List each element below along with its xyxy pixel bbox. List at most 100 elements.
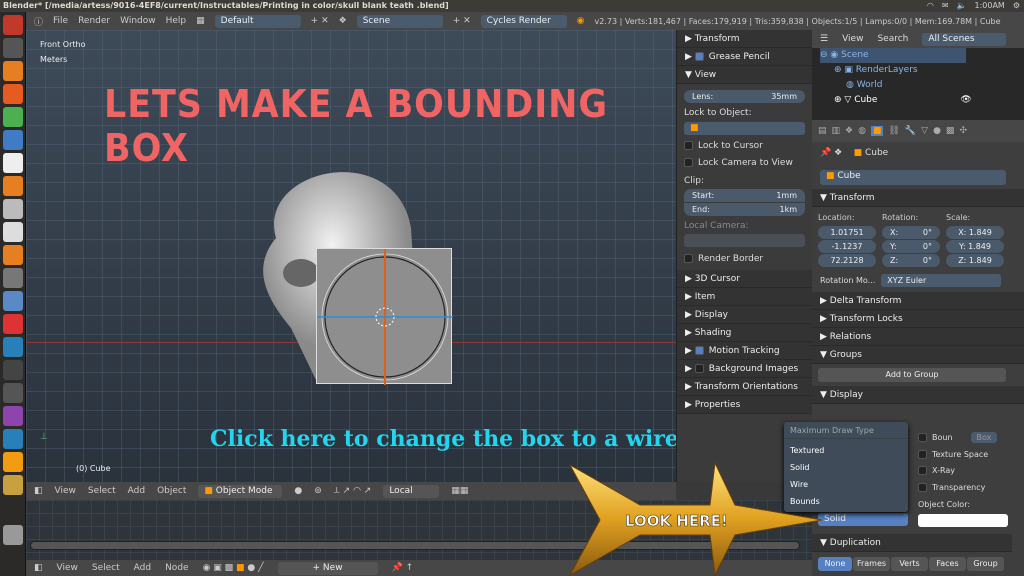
chrome-icon[interactable] xyxy=(2,153,23,173)
layout-select[interactable]: Default xyxy=(214,14,301,28)
lens-field[interactable]: Lens: 35mm xyxy=(684,90,805,103)
menu-file[interactable]: File xyxy=(53,16,68,26)
dup-faces[interactable]: Faces xyxy=(929,557,966,571)
app-icon[interactable] xyxy=(2,429,23,449)
draw-type-select[interactable]: Solid xyxy=(818,513,908,526)
dup-verts[interactable]: Verts xyxy=(891,557,928,571)
scene-tab-icon[interactable]: ❖ xyxy=(845,126,853,136)
panel-background-images[interactable]: ▶ Background Images xyxy=(677,360,812,378)
menu-select[interactable]: Select xyxy=(88,486,116,496)
bounds-toggle[interactable]: Boun Box xyxy=(918,430,1008,447)
transparency-toggle[interactable]: Transparency xyxy=(918,480,1008,497)
add-icon[interactable]: + ✕ xyxy=(453,16,471,26)
app-icon[interactable] xyxy=(2,199,23,219)
object-name-field[interactable]: ■ Cube xyxy=(820,170,1006,185)
app-icon[interactable] xyxy=(2,222,23,242)
panel-display[interactable]: ▶ Display xyxy=(677,306,812,324)
trash-icon[interactable] xyxy=(2,525,23,545)
blender-icon[interactable] xyxy=(2,452,23,472)
texture-space-toggle[interactable]: Texture Space xyxy=(918,447,1008,464)
app-icon[interactable] xyxy=(2,406,23,426)
bounds-type-select[interactable]: Box xyxy=(970,432,998,443)
editor-type-icon[interactable]: ◧ xyxy=(34,486,43,496)
dup-none[interactable]: None xyxy=(818,557,852,571)
location-x[interactable]: 1.01751 xyxy=(818,226,876,239)
panel-duplication[interactable]: ▼ Duplication xyxy=(812,534,1012,552)
scene-select[interactable]: Scene xyxy=(356,14,443,28)
checkbox[interactable] xyxy=(918,482,927,492)
panel-shading[interactable]: ▶ Shading xyxy=(677,324,812,342)
checkbox[interactable] xyxy=(684,254,693,263)
gmail-icon[interactable] xyxy=(2,314,23,334)
dash-icon[interactable] xyxy=(2,15,23,35)
firefox-icon[interactable] xyxy=(2,84,23,104)
outliner-icon[interactable]: ☰ xyxy=(820,34,828,44)
layers-icon[interactable]: ▦▦ xyxy=(451,486,468,496)
panel-transform-locks[interactable]: ▶ Transform Locks xyxy=(812,310,1024,328)
app-icon[interactable] xyxy=(2,268,23,288)
scene-icon[interactable]: ❖ xyxy=(339,16,347,26)
filter-select[interactable]: All Scenes xyxy=(922,32,1007,46)
rotation-z[interactable]: Z: 0° xyxy=(882,254,940,267)
3d-viewport[interactable]: Front Ortho Meters Lets make a bounding … xyxy=(26,30,800,482)
add-to-group-button[interactable]: Add to Group xyxy=(818,368,1006,382)
local-camera-field[interactable] xyxy=(684,234,805,247)
checkbox[interactable] xyxy=(918,433,927,442)
menu-view[interactable]: View xyxy=(55,486,76,496)
engine-select[interactable]: Cycles Render xyxy=(480,14,567,28)
checkbox[interactable] xyxy=(694,52,704,61)
menu-view[interactable]: View xyxy=(842,34,863,44)
vlc-icon[interactable] xyxy=(2,245,23,265)
volume-icon[interactable]: 🔈 xyxy=(957,0,967,12)
constraints-tab-icon[interactable]: ⛓ xyxy=(888,126,899,136)
tree-item-cube[interactable]: ⊕ ▽ Cube 👁 xyxy=(820,93,1024,108)
menu-view[interactable]: View xyxy=(57,563,78,573)
panel-item[interactable]: ▶ Item xyxy=(677,288,812,306)
panel-delta-transform[interactable]: ▶ Delta Transform xyxy=(812,292,1024,310)
checkbox[interactable] xyxy=(918,466,927,475)
panel-transform[interactable]: ▶ Transform xyxy=(677,30,812,48)
panel-3d-cursor[interactable]: ▶ 3D Cursor xyxy=(677,270,812,288)
orientation-select[interactable]: Local xyxy=(383,484,440,498)
object-tab-icon[interactable]: ■ xyxy=(870,126,884,136)
tree-item-world[interactable]: ◍ World xyxy=(820,78,1024,93)
terminal-icon[interactable] xyxy=(2,38,23,58)
mode-select[interactable]: ■ Object Mode xyxy=(198,484,283,498)
layout-icon[interactable]: ▦ xyxy=(196,16,205,26)
material-tab-icon[interactable]: ● xyxy=(933,126,941,136)
scale-x[interactable]: X: 1.849 xyxy=(946,226,1004,239)
pin-icon[interactable]: 📌 ↑ xyxy=(392,563,414,573)
new-material-button[interactable]: + New xyxy=(277,561,378,575)
app-icon[interactable] xyxy=(2,475,23,495)
tree-item-renderlayers[interactable]: ⊕ ▣ RenderLayers xyxy=(820,63,1024,78)
rotation-x[interactable]: X: 0° xyxy=(882,226,940,239)
pivot-icon[interactable]: ⊚ xyxy=(314,486,322,496)
menu-help[interactable]: Help xyxy=(166,16,187,26)
object-color-swatch[interactable] xyxy=(918,513,1008,527)
clip-end[interactable]: End: 1km xyxy=(684,203,805,216)
add-icon[interactable]: + ✕ xyxy=(311,16,329,26)
panel-transform[interactable]: ▼ Transform xyxy=(812,189,1024,207)
menu-add[interactable]: Add xyxy=(134,563,151,573)
modifiers-tab-icon[interactable]: 🔧 xyxy=(905,126,916,136)
menu-render[interactable]: Render xyxy=(78,16,110,26)
app-icon[interactable] xyxy=(2,383,23,403)
checkbox[interactable] xyxy=(684,141,693,150)
scale-z[interactable]: Z: 1.849 xyxy=(946,254,1004,267)
tree-item-scene[interactable]: ⊖ ◉ Scene xyxy=(820,48,966,63)
wifi-icon[interactable]: ◠ xyxy=(927,0,934,12)
menu-select[interactable]: Select xyxy=(92,563,120,573)
writer-icon[interactable] xyxy=(2,130,23,150)
menu-search[interactable]: Search xyxy=(877,34,908,44)
xray-toggle[interactable]: X-Ray xyxy=(918,463,1008,480)
location-z[interactable]: 72.2128 xyxy=(818,254,876,267)
editor-type-icon[interactable]: ◧ xyxy=(34,563,43,573)
scale-y[interactable]: Y: 1.849 xyxy=(946,240,1004,253)
shader-type-icons[interactable]: ◉ ▣ ▩ ■ ● ╱ xyxy=(203,563,264,573)
panel-transform-orientations[interactable]: ▶ Transform Orientations xyxy=(677,378,812,396)
software-center-icon[interactable] xyxy=(2,176,23,196)
checkbox[interactable] xyxy=(684,158,693,167)
render-border[interactable]: Render Border xyxy=(684,254,805,264)
rotation-y[interactable]: Y: 0° xyxy=(882,240,940,253)
checkbox[interactable] xyxy=(918,449,927,459)
